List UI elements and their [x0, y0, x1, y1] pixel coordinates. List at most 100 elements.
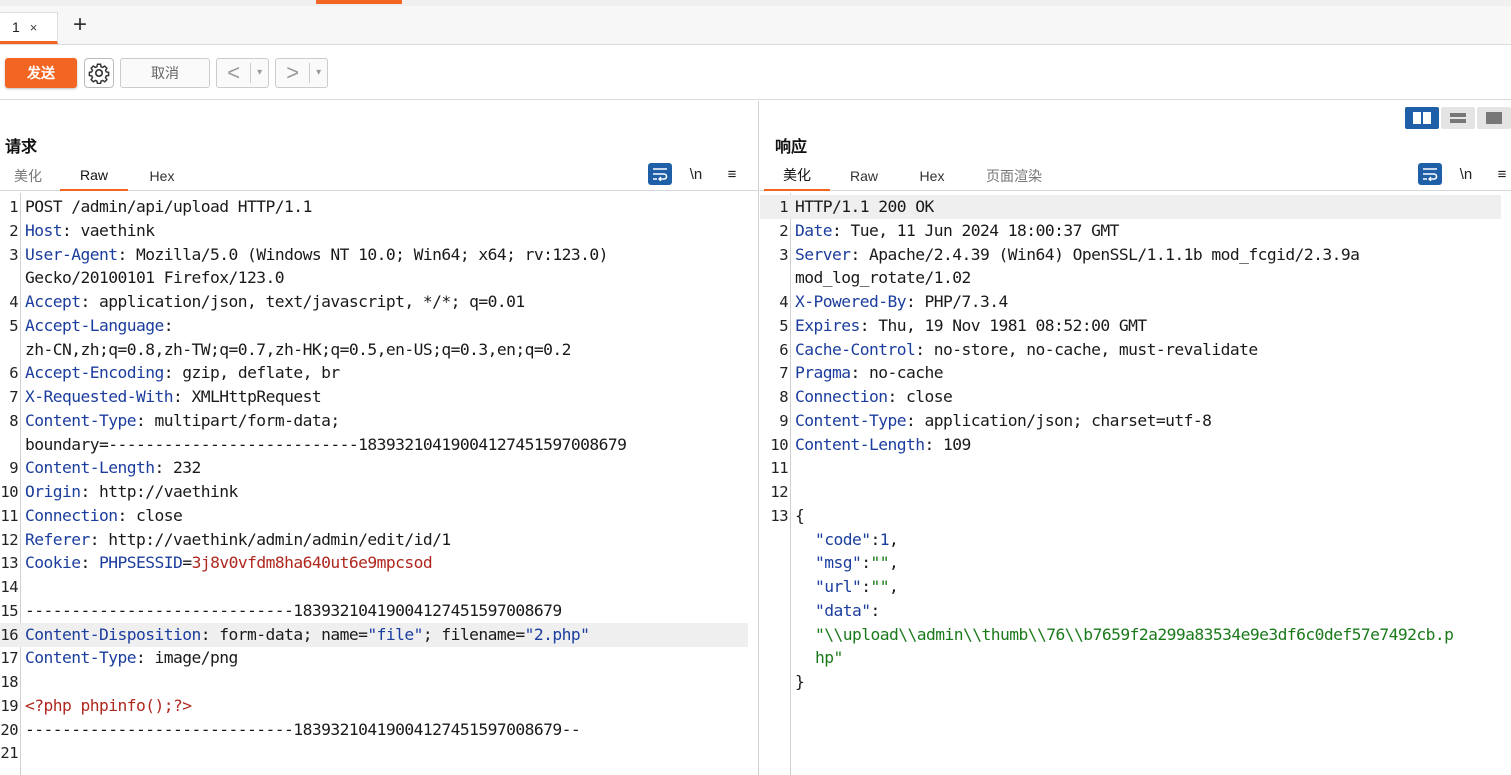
settings-button[interactable] — [84, 58, 114, 88]
header-value: } — [795, 672, 805, 691]
wrap-lines-button[interactable] — [648, 163, 672, 185]
code-line: 2 Host: vaethink — [0, 219, 748, 243]
line-number: 13 — [0, 554, 18, 573]
request-editor[interactable]: 1 POST /admin/api/upload HTTP/1.1 2 Host: v… — [0, 193, 758, 775]
line-content: <?php phpinfo();?> — [25, 694, 192, 718]
close-icon[interactable]: × — [30, 20, 38, 35]
code-line: 7 Pragma: no-cache — [760, 361, 1501, 385]
header-name: Connection — [795, 387, 888, 406]
back-button[interactable]: < ▾ — [216, 58, 269, 88]
code-line: mod_log_rotate/1.02 — [760, 266, 1501, 290]
json-number: 1 — [879, 529, 890, 549]
code-line: 1 HTTP/1.1 200 OK — [760, 195, 1501, 219]
line-content: zh-CN,zh;q=0.8,zh-TW;q=0.7,zh-HK;q=0.5,e… — [25, 338, 571, 362]
header-value: : application/json, text/javascript, */*… — [80, 292, 526, 311]
forward-button[interactable]: > ▾ — [275, 58, 328, 88]
line-content: Pragma: no-cache — [795, 361, 944, 385]
header-name: Referer — [25, 529, 90, 549]
json-string: "" — [870, 577, 890, 596]
wrap-icon — [653, 168, 668, 181]
header-value: : Mozilla/5.0 (Windows NT 10.0; Win64; x… — [117, 244, 609, 264]
code-line: 7 X-Requested-With: XMLHttpRequest — [0, 385, 748, 409]
line-number: 6 — [779, 340, 788, 359]
line-content: HTTP/1.1 200 OK — [795, 195, 934, 219]
code-line: 9 Content-Type: application/json; charset… — [760, 409, 1501, 433]
cookie-value: 3j8v0vfdm8ha640ut6e9mpcsod — [191, 553, 433, 573]
tab-hex[interactable]: Hex — [132, 161, 192, 191]
header-value: : multipart/form-data; — [136, 410, 340, 430]
line-number: 19 — [0, 696, 18, 715]
tab-1[interactable]: 1 × — [0, 12, 58, 44]
columns-icon — [1413, 112, 1431, 124]
layout-split-button[interactable] — [1405, 107, 1439, 129]
header-name: Expires — [795, 315, 860, 335]
response-editor[interactable]: 1 HTTP/1.1 200 OK 2 Date: Tue, 11 Jun 2024 … — [760, 193, 1511, 775]
line-content: "msg":"", — [795, 551, 899, 575]
header-name: Content-Length — [795, 434, 925, 454]
header-value: : gzip, deflate, br — [163, 363, 340, 383]
line-number: 15 — [0, 601, 18, 620]
header-value: mod_log_rotate/1.02 — [795, 268, 971, 288]
chevron-down-icon[interactable]: ▾ — [309, 63, 327, 83]
header-value: : 232 — [154, 458, 202, 478]
line-number: 2 — [779, 221, 788, 240]
request-pane: 请求 美化 Raw Hex \n ≡ 1 POST /admin/api/uplo… — [0, 101, 759, 775]
layout-rows-button[interactable] — [1441, 107, 1475, 129]
line-content: "url":"", — [795, 575, 899, 599]
header-value: : image/png — [136, 648, 238, 668]
header-value: { — [795, 505, 805, 525]
line-number: 8 — [9, 411, 18, 430]
code-line: 11 — [760, 456, 1501, 480]
code-line: 14 — [0, 575, 748, 599]
header-value: : http://vaethink — [80, 482, 239, 501]
chevron-right-icon: > — [286, 60, 300, 85]
header-name: Accept-Language — [25, 315, 164, 335]
code-line: 8 Connection: close — [760, 385, 1501, 409]
cookie-eq: = — [182, 553, 192, 573]
json-key: "url" — [815, 577, 862, 596]
newline-toggle[interactable]: \n — [684, 163, 708, 185]
header-name: Accept-Encoding — [25, 363, 164, 383]
tab-render[interactable]: 页面渲染 — [974, 161, 1054, 191]
line-number: 8 — [779, 388, 788, 406]
code-line: hp" — [760, 646, 1501, 670]
header-value: -----------------------------18393210419… — [25, 600, 562, 620]
top-accent — [316, 0, 402, 4]
line-number: 2 — [9, 221, 18, 240]
line-content: Connection: close — [795, 385, 953, 409]
cancel-button[interactable]: 取消 — [120, 58, 210, 88]
menu-icon[interactable]: ≡ — [720, 163, 744, 185]
line-content: Cookie: PHPSESSID=3j8v0vfdm8ha640ut6e9mp… — [25, 551, 433, 575]
code-line: "url":"", — [760, 575, 1501, 599]
tab-pretty[interactable]: 美化 — [764, 161, 830, 191]
line-content: "data": — [795, 599, 880, 623]
line-content: "\\upload\\admin\\thumb\\76\\b7659f2a299… — [795, 623, 1454, 647]
line-content: "code":1, — [795, 528, 899, 552]
line-content: Server: Apache/2.4.39 (Win64) OpenSSL/1.… — [795, 243, 1360, 267]
wrap-icon — [1423, 168, 1438, 181]
new-tab-button[interactable]: + — [68, 13, 92, 38]
line-content: X-Requested-With: XMLHttpRequest — [25, 385, 322, 409]
header-value: POST /admin/api/upload HTTP/1.1 — [25, 197, 312, 216]
header-value: : application/json; charset=utf-8 — [906, 410, 1212, 430]
header-name: Content-Type — [25, 648, 137, 668]
send-button[interactable]: 发送 — [5, 58, 77, 88]
tab-raw[interactable]: Raw — [60, 161, 128, 191]
line-number: 4 — [9, 293, 18, 311]
code-line: zh-CN,zh;q=0.8,zh-TW;q=0.7,zh-HK;q=0.5,e… — [0, 338, 748, 362]
code-line: 8 Content-Type: multipart/form-data; — [0, 409, 748, 433]
menu-icon[interactable]: ≡ — [1490, 163, 1511, 185]
param-value: "file" — [367, 624, 423, 644]
newline-toggle[interactable]: \n — [1454, 163, 1478, 185]
tab-raw[interactable]: Raw — [834, 161, 894, 191]
code-line: "msg":"", — [760, 551, 1501, 575]
header-name: X-Requested-With — [25, 387, 174, 406]
line-number: 3 — [779, 245, 788, 264]
header-name: Content-Disposition — [25, 624, 201, 644]
tab-pretty[interactable]: 美化 — [0, 161, 56, 191]
chevron-down-icon[interactable]: ▾ — [250, 63, 268, 83]
tab-hex[interactable]: Hex — [902, 161, 962, 191]
header-name: Origin — [25, 482, 81, 501]
layout-single-button[interactable] — [1477, 107, 1511, 129]
wrap-lines-button[interactable] — [1418, 163, 1442, 185]
